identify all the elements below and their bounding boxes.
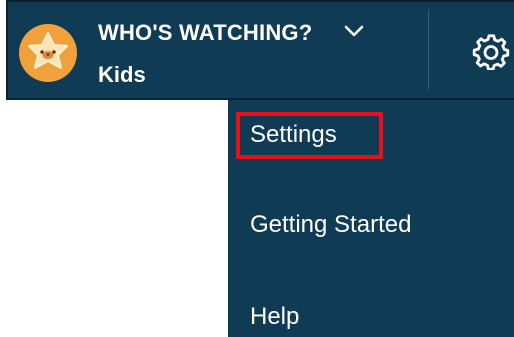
- menu-item-getting-started-label: Getting Started: [250, 211, 412, 238]
- menu-item-settings[interactable]: Settings: [228, 108, 514, 158]
- header-divider: [428, 10, 429, 90]
- settings-dropdown-menu: Settings Getting Started Help: [228, 100, 514, 337]
- chevron-down-icon[interactable]: [344, 24, 364, 38]
- profile-name[interactable]: Kids: [98, 62, 146, 88]
- page: WHO'S WATCHING? Kids Settings Getting St…: [0, 0, 514, 337]
- gear-icon[interactable]: [470, 28, 512, 70]
- star-face-avatar-icon[interactable]: [19, 24, 77, 82]
- menu-item-help-label: Help: [250, 303, 300, 330]
- profile-switcher[interactable]: WHO'S WATCHING? Kids: [8, 2, 428, 98]
- menu-item-help[interactable]: Help: [228, 290, 514, 337]
- menu-item-settings-label: Settings: [250, 121, 337, 148]
- menu-item-getting-started[interactable]: Getting Started: [228, 198, 514, 248]
- profile-header-bar: WHO'S WATCHING? Kids: [6, 0, 514, 100]
- whos-watching-label[interactable]: WHO'S WATCHING?: [98, 20, 312, 46]
